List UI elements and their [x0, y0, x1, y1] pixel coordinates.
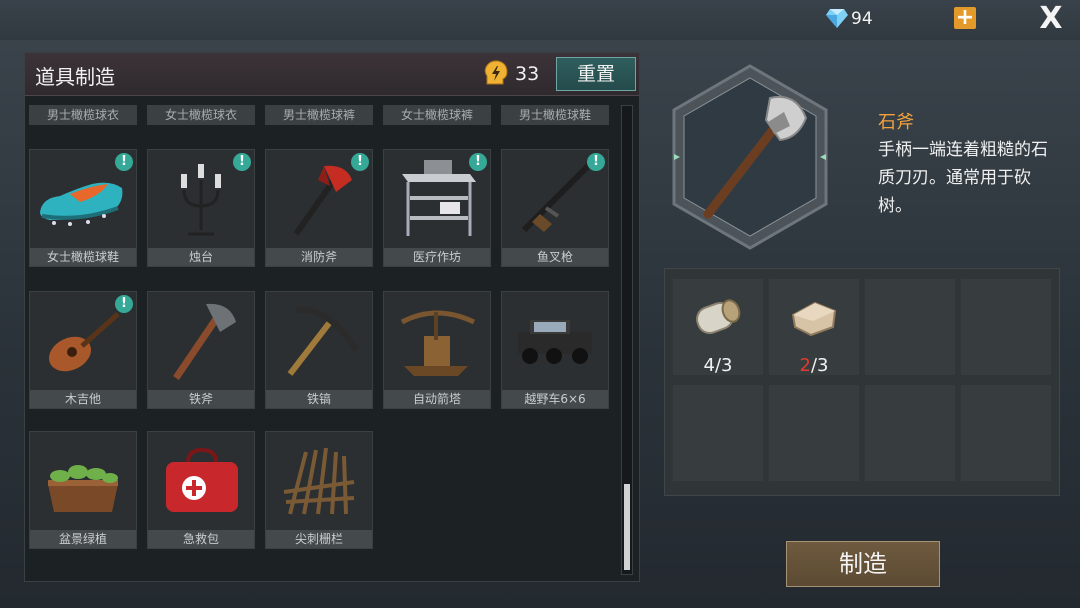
material-count: 4/3	[673, 355, 763, 376]
material-need: 3	[721, 355, 733, 376]
tab-item[interactable]: 男士橄榄球鞋	[501, 105, 609, 125]
recipe-label: 越野车6×6	[502, 390, 608, 408]
new-badge: !	[587, 153, 605, 171]
log-icon	[696, 299, 741, 334]
material-slot	[673, 385, 763, 481]
panel-title: 道具制造	[35, 65, 115, 89]
gem-count: 94	[851, 9, 873, 29]
spike-fence-icon	[283, 447, 355, 515]
recipe-label: 消防斧	[266, 248, 372, 266]
energy-count: 33	[515, 63, 540, 85]
planter-icon	[48, 465, 118, 512]
new-badge: !	[469, 153, 487, 171]
recipe-label: 医疗作坊	[384, 248, 490, 266]
first-aid-bag-icon	[166, 447, 238, 512]
recipe-label: 女士橄榄球鞋	[30, 248, 136, 266]
stone-axe-icon	[672, 64, 828, 250]
recipe-label: 尖刺栅栏	[266, 530, 372, 548]
new-badge: !	[233, 153, 251, 171]
top-bar: 94 + X	[0, 0, 1080, 40]
recipe-label: 自动箭塔	[384, 390, 490, 408]
craft-button[interactable]: 制造	[786, 541, 940, 587]
material-slot	[961, 279, 1051, 375]
recipe-item[interactable]: 铁镐	[265, 291, 373, 409]
recipe-label: 急救包	[148, 530, 254, 548]
recipe-item[interactable]: ! 女士橄榄球鞋	[29, 149, 137, 267]
recipe-item[interactable]: ! 医疗作坊	[383, 149, 491, 267]
recipe-label: 铁斧	[148, 390, 254, 408]
material-count: 2/3	[769, 355, 859, 376]
material-slot	[961, 385, 1051, 481]
scrollbar-thumb[interactable]	[624, 484, 630, 570]
list-scrollbar[interactable]	[621, 105, 633, 575]
tab-item[interactable]: 男士橄榄球裤	[265, 105, 373, 125]
item-name: 石斧	[878, 112, 914, 133]
stone-icon	[791, 301, 837, 337]
recipe-item[interactable]: 尖刺栅栏	[265, 431, 373, 549]
tab-item[interactable]: 女士橄榄球衣	[147, 105, 255, 125]
tab-item[interactable]: 男士橄榄球衣	[29, 105, 137, 125]
offroad-truck-icon	[518, 320, 592, 364]
material-slot	[865, 385, 955, 481]
recipe-item[interactable]: ! 消防斧	[265, 149, 373, 267]
pickaxe-icon	[287, 306, 359, 376]
crossbow-turret-icon	[400, 310, 476, 376]
recipe-label: 鱼叉枪	[502, 248, 608, 266]
material-slot: 2/3	[769, 279, 859, 376]
material-slot	[865, 279, 955, 375]
tab-item[interactable]: 女士橄榄球裤	[383, 105, 491, 125]
recipe-label: 盆景绿植	[30, 530, 136, 548]
new-badge: !	[115, 295, 133, 313]
new-badge: !	[115, 153, 133, 171]
recipe-item[interactable]: 自动箭塔	[383, 291, 491, 409]
recipe-item[interactable]: 铁斧	[147, 291, 255, 409]
recipe-label: 铁镐	[266, 390, 372, 408]
recipe-item[interactable]: ! 烛台	[147, 149, 255, 267]
material-have: 4	[703, 355, 715, 376]
diamond-icon	[826, 9, 848, 28]
material-need: 3	[817, 355, 829, 376]
reset-button[interactable]: 重置	[556, 57, 636, 91]
recipe-item[interactable]: 盆景绿植	[29, 431, 137, 549]
recipe-item[interactable]: 越野车6×6	[501, 291, 609, 409]
material-have: 2	[799, 355, 811, 376]
recipe-item[interactable]: ! 鱼叉枪	[501, 149, 609, 267]
energy-head-icon	[484, 60, 508, 85]
crafting-panel: 道具制造 33 重置 男士橄榄球衣 女士橄榄球衣 男士橄榄球裤 女士橄榄球裤 男…	[24, 52, 640, 582]
item-description: 手柄一端连着粗糙的石质刀刃。通常用于砍树。	[878, 140, 1048, 216]
panel-header: 道具制造 33 重置	[25, 53, 639, 96]
add-gems-button[interactable]: +	[954, 7, 976, 29]
material-slot: 4/3	[673, 279, 763, 376]
recipe-item[interactable]: 急救包	[147, 431, 255, 549]
recipe-item[interactable]: ! 木吉他	[29, 291, 137, 409]
recipe-label: 木吉他	[30, 390, 136, 408]
materials-panel: 4/3 2/3	[664, 268, 1060, 496]
recipe-label: 烛台	[148, 248, 254, 266]
iron-axe-icon	[173, 303, 236, 380]
material-slot	[769, 385, 859, 481]
close-button[interactable]: X	[1036, 4, 1066, 34]
category-tabs: 男士橄榄球衣 女士橄榄球衣 男士橄榄球裤 女士橄榄球裤 男士橄榄球鞋	[29, 105, 629, 125]
new-badge: !	[351, 153, 369, 171]
